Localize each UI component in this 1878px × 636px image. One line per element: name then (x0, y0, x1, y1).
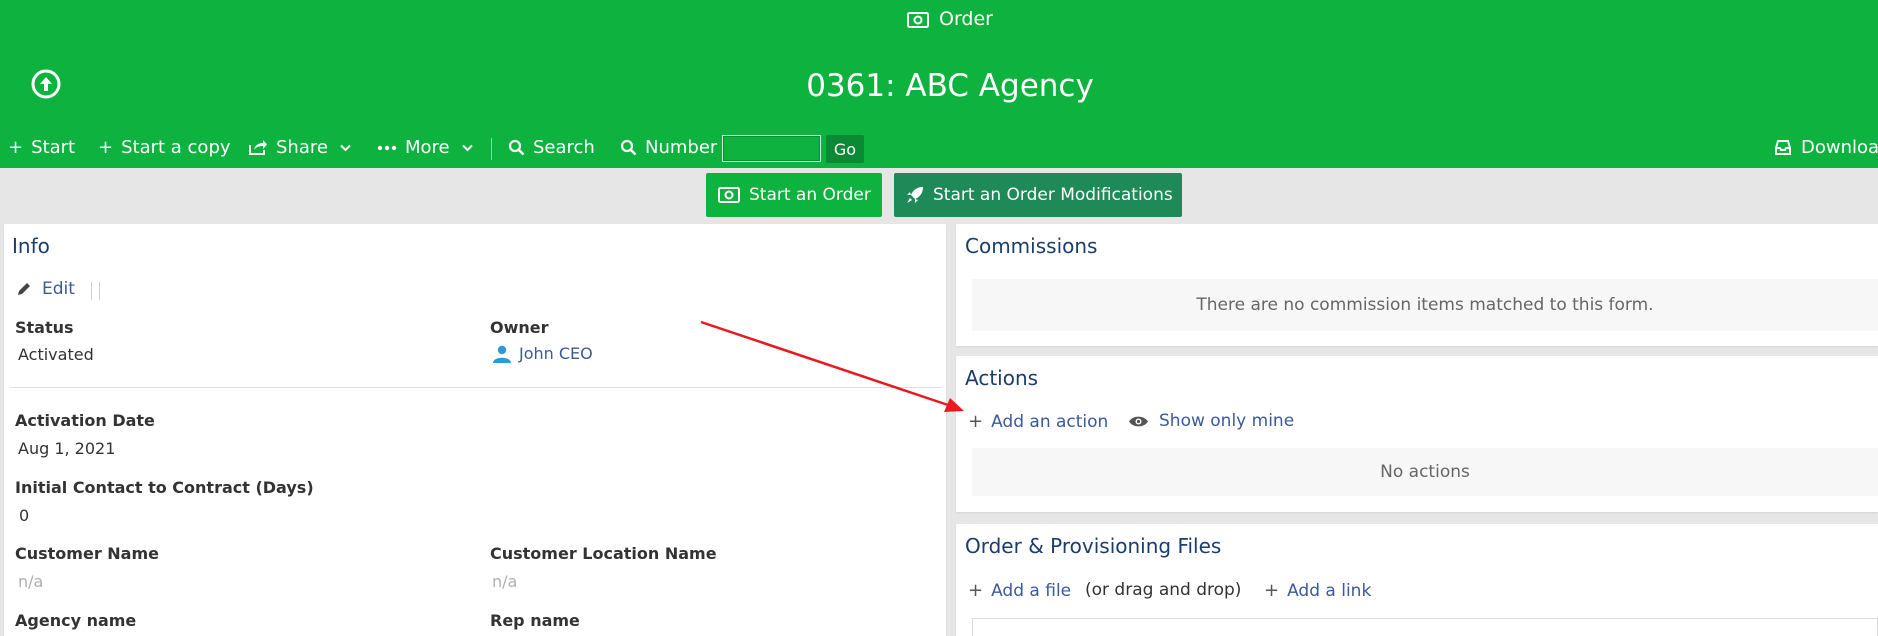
start-modification-label: Start an Order Modifications (933, 185, 1173, 205)
show-only-mine-label: Show only mine (1159, 411, 1295, 431)
initial-contact-value: 0 (19, 506, 30, 525)
number-label: Number (645, 137, 718, 158)
module-title: Order (0, 8, 1878, 30)
plus-icon: + (98, 137, 114, 158)
share-dropdown[interactable]: Share (248, 137, 351, 158)
add-action-button[interactable]: + Add an action (968, 411, 1108, 432)
add-link-label: Add a link (1287, 580, 1372, 601)
more-label: More (405, 137, 450, 158)
initial-contact-label: Initial Contact to Contract (Days) (15, 478, 314, 497)
customer-name-label: Customer Name (15, 544, 159, 563)
customer-location-value: n/a (492, 572, 518, 591)
start-copy-label: Start a copy (121, 137, 231, 158)
start-order-label: Start an Order (749, 185, 871, 205)
share-icon (249, 140, 267, 155)
drag-drop-hint: (or drag and drop) (1085, 580, 1242, 600)
download-icon (1775, 140, 1791, 155)
search-icon (620, 139, 637, 156)
files-title: Order & Provisioning Files (965, 534, 1222, 558)
download-label: Download (1801, 137, 1878, 158)
start-label: Start (31, 137, 76, 158)
edit-label: Edit (42, 279, 75, 299)
number-input[interactable] (722, 135, 821, 162)
money-icon (718, 187, 740, 203)
rocket-icon (907, 187, 923, 203)
status-label: Status (15, 318, 74, 337)
money-icon (907, 12, 929, 28)
page-title: 0361: ABC Agency (806, 68, 1094, 104)
actions-empty-message: No actions (972, 448, 1878, 496)
plus-icon: + (1264, 580, 1280, 601)
owner-value: John CEO (519, 344, 593, 363)
edit-divider (99, 282, 100, 300)
show-only-mine-button[interactable]: Show only mine (1128, 411, 1294, 431)
download-button[interactable]: Download (1773, 137, 1878, 158)
file-list (972, 618, 1878, 636)
agency-name-label: Agency name (15, 611, 137, 630)
pencil-icon (18, 283, 30, 295)
status-value: Activated (18, 345, 94, 364)
plus-icon: + (968, 411, 984, 432)
chevron-down-icon (461, 144, 473, 151)
rep-name-label: Rep name (490, 611, 580, 630)
customer-name-value: n/a (18, 572, 44, 591)
activation-date-value: Aug 1, 2021 (18, 439, 116, 458)
add-action-label: Add an action (991, 411, 1109, 432)
toolbar-divider (491, 138, 492, 160)
chevron-down-icon (340, 144, 351, 151)
plus-icon: + (968, 580, 984, 601)
owner-label: Owner (490, 318, 549, 337)
start-button[interactable]: + Start (8, 137, 75, 158)
app-header: Order 0361: ABC Agency + Start + Start a… (0, 0, 1878, 168)
start-order-modification-button[interactable]: Start an Order Modifications (894, 173, 1182, 217)
info-panel (4, 224, 946, 636)
commissions-title: Commissions (965, 234, 1098, 258)
ellipsis-icon (377, 145, 397, 150)
section-divider (10, 387, 942, 388)
customer-location-label: Customer Location Name (490, 544, 717, 563)
owner-link[interactable]: John CEO (492, 344, 593, 363)
start-order-button[interactable]: Start an Order (706, 173, 882, 217)
module-title-text: Order (939, 8, 993, 30)
number-search: Number (620, 137, 717, 158)
eye-icon (1129, 416, 1148, 426)
user-icon (493, 345, 511, 363)
search-icon (508, 139, 525, 156)
start-copy-button[interactable]: + Start a copy (98, 137, 231, 158)
info-title: Info (12, 234, 50, 258)
actions-title: Actions (965, 366, 1039, 390)
toolbar: + Start + Start a copy Share More Search… (0, 134, 1878, 164)
add-file-button[interactable]: + Add a file (968, 580, 1071, 601)
search-label: Search (533, 137, 595, 158)
more-dropdown[interactable]: More (377, 137, 473, 158)
edit-button[interactable]: Edit (16, 279, 75, 299)
edit-divider (91, 282, 92, 300)
activation-date-label: Activation Date (15, 411, 155, 430)
share-label: Share (276, 137, 328, 158)
add-link-button[interactable]: + Add a link (1264, 580, 1371, 601)
go-button[interactable]: Go (826, 135, 864, 163)
add-file-label: Add a file (991, 580, 1072, 601)
commissions-empty-message: There are no commission items matched to… (972, 279, 1878, 331)
plus-icon: + (8, 137, 24, 158)
search-button[interactable]: Search (508, 137, 595, 158)
